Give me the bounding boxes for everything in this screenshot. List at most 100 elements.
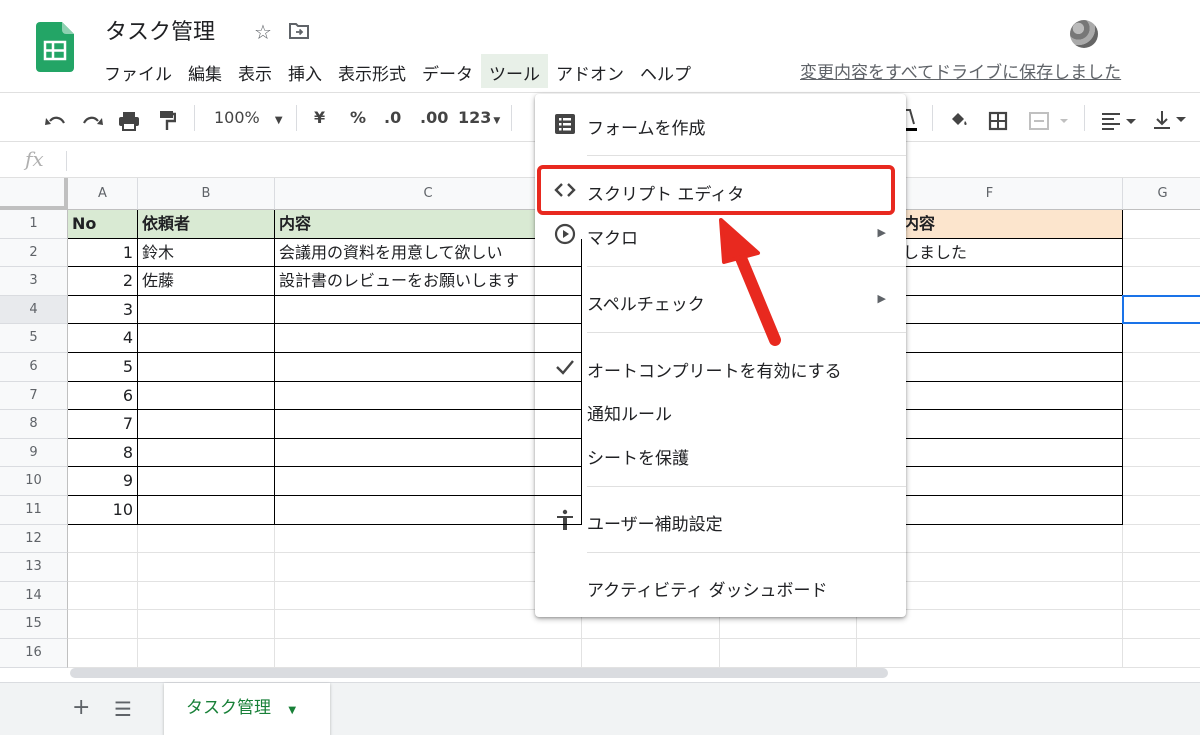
cell[interactable] [1123, 467, 1200, 496]
cell[interactable] [1123, 382, 1200, 411]
menu-item-notification-rules[interactable]: 通知ルール [535, 390, 906, 430]
cell[interactable]: 7 [68, 410, 138, 439]
header-cell-no[interactable]: No [68, 210, 138, 239]
zoom-select[interactable]: 100% ▼ [214, 105, 283, 131]
row-header-1[interactable]: 1 [0, 210, 68, 239]
cell[interactable] [138, 581, 275, 611]
column-header-g[interactable]: G [1123, 178, 1200, 210]
cell[interactable] [138, 639, 275, 668]
cell[interactable]: 2 [68, 267, 138, 296]
cell[interactable]: 1 [68, 238, 138, 268]
decrease-decimal-button[interactable]: .0 [384, 105, 401, 131]
row-header-10[interactable]: 10 [0, 467, 68, 496]
cell[interactable]: 佐藤 [138, 267, 275, 296]
cell[interactable] [68, 581, 138, 611]
menu-help[interactable]: ヘルプ [632, 54, 699, 88]
cell[interactable] [138, 496, 275, 525]
row-header-8[interactable]: 8 [0, 410, 68, 439]
cell[interactable] [1123, 553, 1200, 582]
vertical-align-icon[interactable] [1152, 107, 1192, 133]
cell[interactable] [275, 467, 582, 496]
cell[interactable] [275, 324, 582, 353]
sheet-tab-task[interactable]: タスク管理 ▼ [164, 683, 330, 735]
cell[interactable] [275, 353, 582, 382]
row-header-2[interactable]: 2 [0, 238, 68, 268]
cell[interactable] [1123, 324, 1200, 353]
star-icon[interactable]: ☆ [254, 20, 272, 44]
fill-color-icon[interactable] [948, 107, 970, 133]
merge-cells-icon[interactable] [1028, 108, 1072, 134]
horizontal-scrollbar[interactable] [70, 668, 888, 678]
menu-item-autocomplete[interactable]: オートコンプリートを有効にする [535, 347, 906, 387]
cell[interactable] [1123, 496, 1200, 525]
cell[interactable] [138, 610, 275, 639]
cell[interactable] [138, 353, 275, 382]
menu-item-spellcheck[interactable]: スペルチェック ▶ [535, 280, 906, 320]
cell[interactable] [1123, 525, 1200, 554]
cell[interactable]: 10 [68, 496, 138, 525]
cell[interactable] [138, 381, 275, 411]
cell[interactable] [720, 639, 857, 668]
cell[interactable] [68, 553, 138, 582]
increase-decimal-button[interactable]: .00 [420, 105, 448, 131]
cell[interactable]: 9 [68, 467, 138, 496]
menu-item-macros[interactable]: マクロ ▶ [535, 214, 906, 254]
avatar[interactable] [1070, 20, 1098, 48]
currency-format-button[interactable]: ¥ [314, 105, 325, 131]
cell[interactable] [1123, 353, 1200, 382]
cell[interactable] [138, 324, 275, 353]
cell[interactable] [275, 381, 582, 411]
percent-format-button[interactable]: % [350, 105, 366, 131]
cell[interactable] [1123, 267, 1200, 296]
borders-icon[interactable] [988, 108, 1008, 134]
paint-format-icon[interactable] [158, 108, 176, 134]
cell[interactable] [275, 639, 582, 668]
cell[interactable] [275, 496, 582, 525]
row-header-4[interactable]: 4 [0, 295, 68, 325]
save-status-link[interactable]: 変更内容をすべてドライブに保存しました [800, 58, 1121, 83]
header-cell-requester[interactable]: 依頼者 [138, 210, 275, 239]
cell[interactable] [138, 295, 275, 325]
add-sheet-icon[interactable]: + [72, 695, 90, 720]
cell[interactable] [857, 639, 1123, 668]
menu-item-activity-dashboard[interactable]: アクティビティ ダッシュボード [535, 566, 906, 606]
cell[interactable] [1123, 410, 1200, 439]
redo-icon[interactable] [82, 109, 104, 135]
sheets-logo-icon[interactable] [36, 22, 74, 72]
cell[interactable]: 5 [68, 353, 138, 382]
cell[interactable]: 6 [68, 381, 138, 411]
cell[interactable] [1123, 210, 1200, 239]
cell[interactable] [275, 438, 582, 468]
menu-format[interactable]: 表示形式 [330, 54, 414, 88]
column-header-a[interactable]: A [68, 178, 138, 210]
cell[interactable] [1123, 639, 1200, 668]
cell[interactable] [138, 438, 275, 468]
row-header-3[interactable]: 3 [0, 267, 68, 296]
menu-item-accessibility[interactable]: ユーザー補助設定 [535, 500, 906, 540]
cell[interactable] [582, 639, 720, 668]
column-header-b[interactable]: B [138, 178, 275, 210]
row-header-15[interactable]: 15 [0, 610, 68, 639]
cell[interactable] [138, 553, 275, 582]
cell[interactable]: 設計書のレビューをお願いします [275, 267, 582, 296]
cell[interactable] [138, 467, 275, 496]
menu-view[interactable]: 表示 [230, 54, 280, 88]
cell[interactable] [1123, 610, 1200, 639]
more-formats-button[interactable]: 123 ▼ [458, 105, 500, 131]
cell[interactable]: 8 [68, 438, 138, 468]
row-header-7[interactable]: 7 [0, 381, 68, 411]
row-header-16[interactable]: 16 [0, 639, 68, 668]
cell[interactable] [138, 410, 275, 439]
cell[interactable]: 4 [68, 324, 138, 353]
cell[interactable] [68, 524, 138, 554]
menu-tools[interactable]: ツール [481, 54, 548, 88]
menu-edit[interactable]: 編集 [180, 54, 230, 88]
cell[interactable] [1123, 239, 1200, 268]
select-all-corner[interactable] [0, 178, 68, 210]
row-header-14[interactable]: 14 [0, 581, 68, 611]
all-sheets-icon[interactable]: ☰ [114, 697, 132, 721]
print-icon[interactable] [118, 108, 140, 134]
cell[interactable]: 3 [68, 295, 138, 325]
menu-data[interactable]: データ [414, 54, 481, 88]
menu-file[interactable]: ファイル [96, 54, 180, 88]
